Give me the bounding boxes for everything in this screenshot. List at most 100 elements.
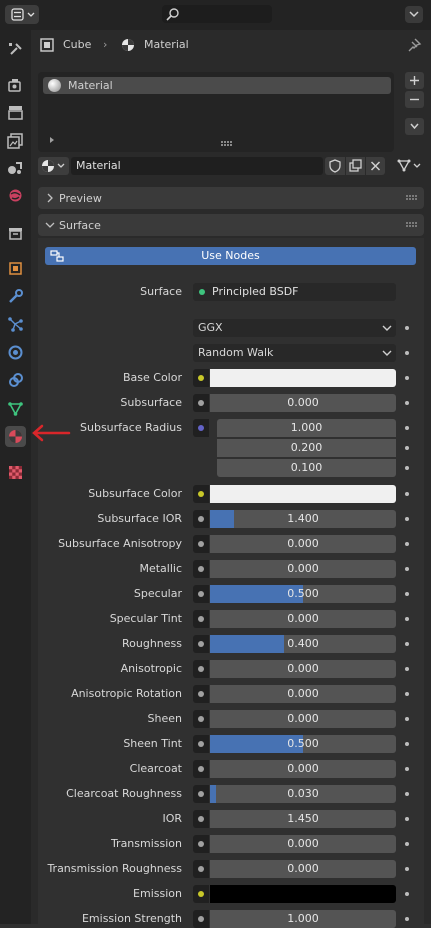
use-nodes-button[interactable]: Use Nodes — [45, 247, 416, 265]
base-color-socket-button[interactable] — [193, 369, 209, 387]
sheen-socket-button[interactable] — [193, 710, 209, 728]
transmission-roughness-slider[interactable]: 0.000 — [210, 860, 396, 878]
resize-handle-icon[interactable] — [221, 137, 233, 146]
subsurface-radius-socket-button[interactable] — [193, 419, 209, 437]
keyframe-dot[interactable] — [405, 401, 409, 405]
specular-socket-button[interactable] — [193, 585, 209, 603]
anisotropic-socket-button[interactable] — [193, 660, 209, 678]
anisotropic-slider[interactable]: 0.000 — [210, 660, 396, 678]
keyframe-dot[interactable] — [405, 567, 409, 571]
keyframe-dot[interactable] — [405, 867, 409, 871]
keyframe-dot[interactable] — [405, 592, 409, 596]
keyframe-dot[interactable] — [405, 692, 409, 696]
sheen-tint-slider[interactable]: 0.500 — [210, 735, 396, 753]
search-input[interactable] — [162, 5, 272, 23]
tab-render[interactable] — [5, 75, 26, 96]
clearcoat-roughness-slider[interactable]: 0.030 — [210, 785, 396, 803]
transmission-slider[interactable]: 0.000 — [210, 835, 396, 853]
keyframe-dot[interactable] — [405, 542, 409, 546]
subsurface-socket-button[interactable] — [193, 394, 209, 412]
transmission-socket-button[interactable] — [193, 835, 209, 853]
specular-tint-slider[interactable]: 0.000 — [210, 610, 396, 628]
slot-specials-button[interactable] — [405, 118, 424, 135]
keyframe-dot[interactable] — [405, 767, 409, 771]
keyframe-dot[interactable] — [405, 446, 409, 450]
surface-shader-field[interactable]: Principled BSDF — [193, 283, 396, 301]
keyframe-dot[interactable] — [405, 667, 409, 671]
keyframe-dot[interactable] — [405, 917, 409, 921]
tab-collection[interactable] — [5, 223, 26, 244]
tab-material[interactable] — [5, 426, 26, 447]
roughness-slider[interactable]: 0.400 — [210, 635, 396, 653]
metallic-slider[interactable]: 0.000 — [210, 560, 396, 578]
tab-data[interactable] — [5, 398, 26, 419]
subsurface-anisotropy-socket-button[interactable] — [193, 535, 209, 553]
browse-material-button[interactable] — [38, 157, 69, 175]
subsurface-color-socket-button[interactable] — [193, 485, 209, 503]
fake-user-button[interactable] — [325, 157, 345, 175]
clearcoat-slider[interactable]: 0.000 — [210, 760, 396, 778]
duplicate-material-button[interactable] — [346, 157, 365, 175]
anisotropic-rotation-slider[interactable]: 0.000 — [210, 685, 396, 703]
transmission-roughness-socket-button[interactable] — [193, 860, 209, 878]
keyframe-dot[interactable] — [405, 517, 409, 521]
emission-strength-slider[interactable]: 1.000 — [210, 910, 396, 928]
add-slot-button[interactable] — [405, 72, 424, 89]
link-type-button[interactable] — [395, 157, 425, 175]
keyframe-dot[interactable] — [405, 742, 409, 746]
tab-modifier[interactable] — [5, 286, 26, 307]
keyframe-dot[interactable] — [405, 717, 409, 721]
tab-scene[interactable] — [5, 157, 26, 178]
tab-particles[interactable] — [5, 314, 26, 335]
tab-texture[interactable] — [5, 462, 26, 483]
ior-socket-button[interactable] — [193, 810, 209, 828]
sheen-slider[interactable]: 0.000 — [210, 710, 396, 728]
specular-tint-socket-button[interactable] — [193, 610, 209, 628]
tab-view-layer[interactable] — [5, 130, 26, 151]
sheen-tint-socket-button[interactable] — [193, 735, 209, 753]
expand-list-icon[interactable] — [48, 135, 56, 145]
base-color-color-field[interactable] — [210, 369, 396, 387]
emission-color-field[interactable] — [210, 885, 396, 903]
subsurface-anisotropy-slider[interactable]: 0.000 — [210, 535, 396, 553]
keyframe-dot[interactable] — [405, 842, 409, 846]
subsurface-ior-slider[interactable]: 1.400 — [210, 510, 396, 528]
header-options-button[interactable] — [405, 6, 423, 23]
distribution-dropdown[interactable]: GGX — [193, 319, 396, 337]
emission-strength-socket-button[interactable] — [193, 910, 209, 928]
subsurface-ior-socket-button[interactable] — [193, 510, 209, 528]
emission-socket-button[interactable] — [193, 885, 209, 903]
keyframe-dot[interactable] — [405, 351, 409, 355]
unlink-material-button[interactable] — [366, 157, 385, 175]
tab-constraints[interactable] — [5, 370, 26, 391]
keyframe-dot[interactable] — [405, 466, 409, 470]
keyframe-dot[interactable] — [405, 817, 409, 821]
specular-slider[interactable]: 0.500 — [210, 585, 396, 603]
keyframe-dot[interactable] — [405, 892, 409, 896]
subsurface-slider[interactable]: 0.000 — [210, 394, 396, 412]
keyframe-dot[interactable] — [405, 642, 409, 646]
keyframe-dot[interactable] — [405, 617, 409, 621]
drag-handle-icon[interactable] — [406, 222, 418, 228]
tab-physics[interactable] — [5, 342, 26, 363]
subsurface-radius-component-2[interactable]: 0.100 — [217, 459, 396, 477]
remove-slot-button[interactable] — [405, 91, 424, 108]
material-name-field[interactable]: Material — [71, 157, 323, 175]
tab-output[interactable] — [5, 102, 26, 123]
subsurface-color-color-field[interactable] — [210, 485, 396, 503]
tab-world[interactable] — [5, 185, 26, 206]
anisotropic-rotation-socket-button[interactable] — [193, 685, 209, 703]
roughness-socket-button[interactable] — [193, 635, 209, 653]
preview-panel-header[interactable]: Preview — [38, 187, 424, 209]
tab-object[interactable] — [5, 258, 26, 279]
subsurface-radius-component-1[interactable]: 0.200 — [217, 439, 396, 457]
subsurface-radius-component-0[interactable]: 1.000 — [217, 419, 396, 437]
surface-panel-header[interactable]: Surface — [38, 214, 424, 236]
keyframe-dot[interactable] — [405, 376, 409, 380]
subsurface-method-dropdown[interactable]: Random Walk — [193, 344, 396, 362]
tab-tool[interactable] — [5, 39, 26, 60]
ior-slider[interactable]: 1.450 — [210, 810, 396, 828]
keyframe-dot[interactable] — [405, 792, 409, 796]
drag-handle-icon[interactable] — [406, 195, 418, 201]
keyframe-dot[interactable] — [405, 326, 409, 330]
